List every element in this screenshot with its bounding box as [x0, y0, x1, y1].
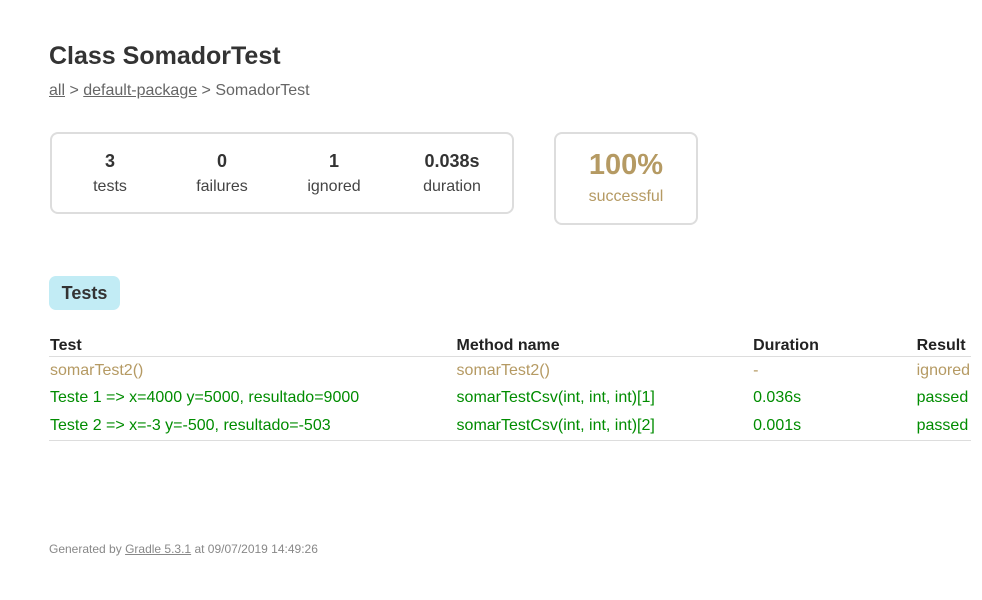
success-rate-box: 100% successful: [554, 132, 698, 225]
failures-count: 0: [216, 151, 227, 171]
success-rate-label: successful: [588, 188, 664, 205]
cell-duration: 0.036s: [753, 389, 802, 406]
duration-counter: 0.038s duration: [408, 150, 496, 196]
cell-duration: -: [753, 361, 759, 379]
header-duration: Duration: [752, 334, 916, 357]
header-result: Result: [915, 334, 971, 357]
footer: Generated by Gradle 5.3.1 at 09/07/2019 …: [49, 542, 318, 556]
breadcrumb-all-link[interactable]: all: [49, 82, 65, 99]
tests-count: 3: [104, 151, 115, 171]
table-row: Teste 1 => x=4000 y=5000, resultado=9000…: [49, 384, 971, 412]
tests-label: tests: [93, 178, 127, 195]
tests-counter: 3 tests: [72, 150, 148, 196]
cell-test: Teste 1 => x=4000 y=5000, resultado=9000: [50, 389, 360, 406]
cell-method: somarTest2(): [456, 361, 550, 379]
table-row: Teste 2 => x=-3 y=-500, resultado=-503 s…: [49, 412, 971, 441]
cell-result: ignored: [916, 361, 970, 379]
breadcrumb-separator: >: [197, 82, 216, 99]
cell-result: passed: [915, 412, 971, 441]
breadcrumb-separator: >: [65, 82, 84, 99]
duration-label: duration: [423, 178, 481, 195]
cell-method: somarTestCsv(int, int, int)[2]: [455, 412, 753, 441]
ignored-label: ignored: [307, 178, 361, 195]
ignored-counter: 1 ignored: [296, 150, 372, 196]
cell-duration: 0.001s: [752, 412, 916, 441]
tests-table: Test Method name Duration Result somarTe…: [49, 334, 971, 441]
page-title: Class SomadorTest: [49, 42, 281, 70]
table-row: somarTest2() somarTest2() - ignored: [49, 357, 971, 385]
breadcrumb-package-link[interactable]: default-package: [83, 82, 197, 99]
footer-suffix: at 09/07/2019 14:49:26: [191, 542, 318, 556]
footer-prefix: Generated by: [49, 542, 126, 556]
failures-counter: 0 failures: [184, 150, 260, 196]
cell-test: Teste 2 => x=-3 y=-500, resultado=-503: [49, 412, 456, 441]
gradle-link[interactable]: Gradle 5.3.1: [125, 542, 191, 556]
ignored-count: 1: [328, 151, 339, 171]
duration-value: 0.038s: [424, 151, 480, 171]
summary-box: 3 tests 0 failures 1 ignored 0.038s dura…: [50, 132, 514, 214]
header-test: Test: [49, 334, 456, 357]
failures-label: failures: [196, 178, 248, 195]
breadcrumb-current: SomadorTest: [215, 82, 310, 99]
success-rate-percent: 100%: [588, 149, 664, 181]
tab-tests[interactable]: Tests: [49, 276, 120, 310]
cell-result: passed: [916, 389, 969, 406]
cell-test: somarTest2(): [50, 361, 144, 379]
header-method-name: Method name: [455, 334, 753, 357]
cell-method: somarTestCsv(int, int, int)[1]: [456, 389, 655, 406]
table-header-row: Test Method name Duration Result: [49, 334, 971, 357]
breadcrumb: all > default-package > SomadorTest: [49, 82, 310, 100]
